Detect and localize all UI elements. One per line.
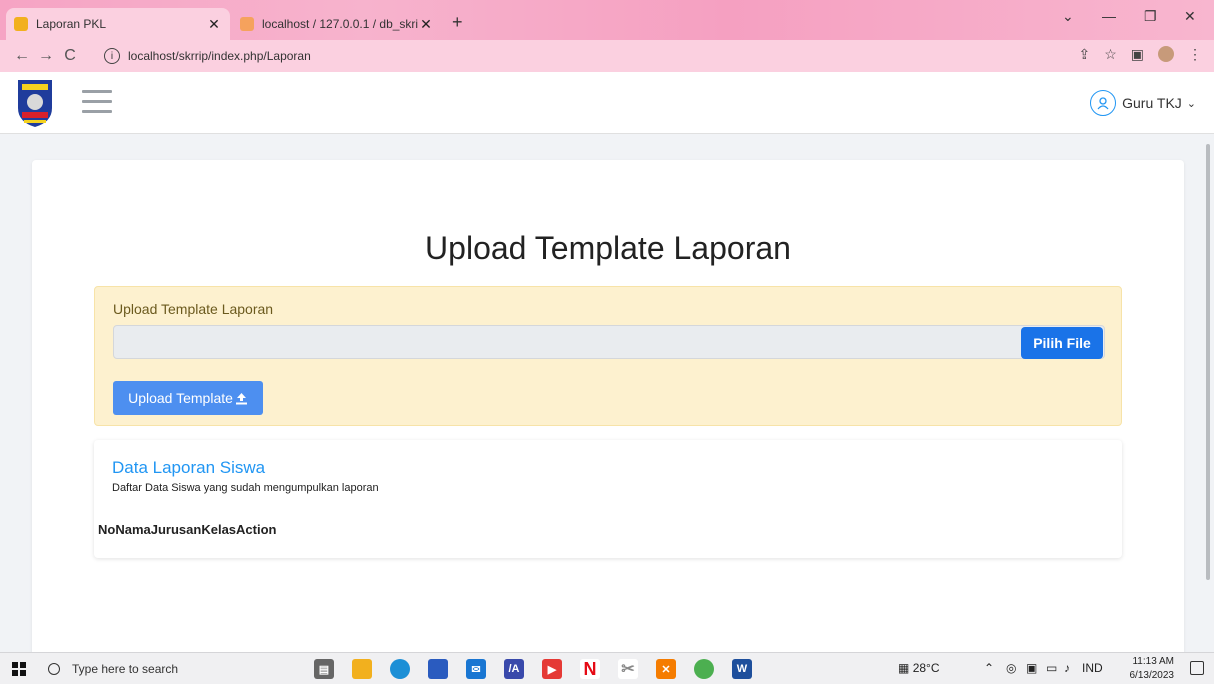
user-avatar-icon [1090,90,1117,116]
new-tab-button[interactable]: + [452,12,463,33]
site-info-icon[interactable]: i [104,48,120,64]
upload-icon [235,392,247,404]
volume-icon[interactable]: ♪ [1064,661,1070,675]
profile-avatar-icon[interactable] [1158,46,1174,62]
notification-icon[interactable] [1190,661,1204,675]
browser-toolbar: ← → C i localhost/skrrip/index.php/Lapor… [0,40,1214,72]
search-placeholder: Type here to search [72,662,179,676]
close-tab-icon[interactable]: ✕ [418,16,434,33]
clock-date: 6/13/2023 [1129,670,1175,681]
column-header: Kelas [201,522,237,537]
column-header: Jurusan [150,522,202,537]
table-header-row: No Nama Jurusan Kelas Action [98,522,277,537]
weather-temp: 28°C [912,661,940,675]
bookmark-star-icon[interactable]: ☆ [1104,46,1117,63]
main-card: Upload Template Laporan Upload Template … [32,160,1184,660]
sidepanel-icon[interactable]: ▣ [1131,46,1144,63]
upload-template-button[interactable]: Upload Template [113,381,263,415]
address-bar[interactable]: i localhost/skrrip/index.php/Laporan [104,45,1192,67]
forward-icon[interactable]: → [34,47,58,65]
browser-tab-strip: Laporan PKL ✕ localhost / 127.0.0.1 / db… [0,0,1214,40]
youtube-icon[interactable]: ▶ [542,659,562,679]
network-icon[interactable]: ◎ [1006,661,1016,675]
store-icon[interactable] [428,659,448,679]
upload-panel: Upload Template Laporan Pilih File Uploa… [94,286,1122,426]
taskbar-search[interactable]: Type here to search [42,657,290,681]
share-icon[interactable]: ⇪ [1078,46,1090,63]
tray-chevron-icon[interactable]: ⌃ [984,661,994,675]
xampp-icon[interactable]: ✕ [656,659,676,679]
tab-title: localhost / 127.0.0.1 / db_skripsi [262,17,418,31]
page-scrollbar[interactable] [1206,144,1210,580]
user-name: Guru TKJ [1122,95,1182,111]
display-icon[interactable]: ▣ [1026,661,1037,675]
user-menu[interactable]: Guru TKJ ⌄ [1090,90,1196,116]
upload-label: Upload Template Laporan [113,301,274,317]
data-section-subtitle: Daftar Data Siswa yang sudah mengumpulka… [112,482,379,494]
menu-kebab-icon[interactable]: ⋮ [1188,46,1202,63]
data-section-title: Data Laporan Siswa [112,458,266,477]
search-icon [48,663,60,675]
page-title: Upload Template Laporan [425,230,791,266]
url-text: localhost/skrrip/index.php/Laporan [128,49,311,63]
tab-laporan-pkl[interactable]: Laporan PKL ✕ [6,8,230,40]
column-header: Nama [115,522,151,537]
school-logo-icon [18,80,52,127]
menu-toggle-button[interactable] [82,90,112,120]
app-icon[interactable]: /A [504,659,524,679]
battery-icon[interactable]: ▭ [1046,661,1057,675]
netflix-icon[interactable]: N [580,659,600,679]
site-favicon-icon [14,17,28,31]
word-icon[interactable]: W [732,659,752,679]
chrome-icon[interactable] [694,659,714,679]
mail-icon[interactable]: ✉ [466,659,486,679]
chevron-down-icon: ⌄ [1186,97,1196,110]
app-header: Guru TKJ ⌄ [0,72,1214,134]
edge-icon[interactable] [390,659,410,679]
phpmyadmin-favicon-icon [240,17,254,31]
close-tab-icon[interactable]: ✕ [206,16,222,33]
language-indicator[interactable]: IND [1082,661,1103,675]
column-header: Action [236,522,277,537]
data-laporan-panel: Data Laporan Siswa Daftar Data Siswa yan… [94,440,1122,558]
close-window-icon[interactable]: ✕ [1184,8,1196,25]
reload-icon[interactable]: C [58,47,82,65]
weather-widget[interactable]: ▦ 28°C [898,661,940,675]
tab-phpmyadmin[interactable]: localhost / 127.0.0.1 / db_skripsi ✕ [232,8,442,40]
windows-taskbar: Type here to search ▤ ✉ /A ▶ N ✂ ✕ W ▦ 2… [0,652,1214,684]
windows-start-icon[interactable] [12,662,26,676]
back-icon[interactable]: ← [10,47,34,65]
clock-time: 11:13 AM [1132,656,1174,667]
system-clock[interactable]: 11:13 AM 6/13/2023 [1130,655,1175,683]
column-header: No [98,522,116,537]
task-view-icon[interactable]: ▤ [314,659,334,679]
snipping-icon[interactable]: ✂ [618,659,638,679]
weather-icon: ▦ [898,661,910,675]
tab-title: Laporan PKL [36,17,107,31]
minimize-icon[interactable]: — [1102,8,1116,24]
pick-file-button[interactable]: Pilih File [1021,327,1103,359]
upload-button-label: Upload Template [128,390,233,406]
file-explorer-icon[interactable] [352,659,372,679]
tab-search-chevron-icon[interactable]: ⌄ [1062,8,1074,25]
file-input[interactable] [113,325,1105,359]
maximize-icon[interactable]: ❐ [1144,8,1157,25]
